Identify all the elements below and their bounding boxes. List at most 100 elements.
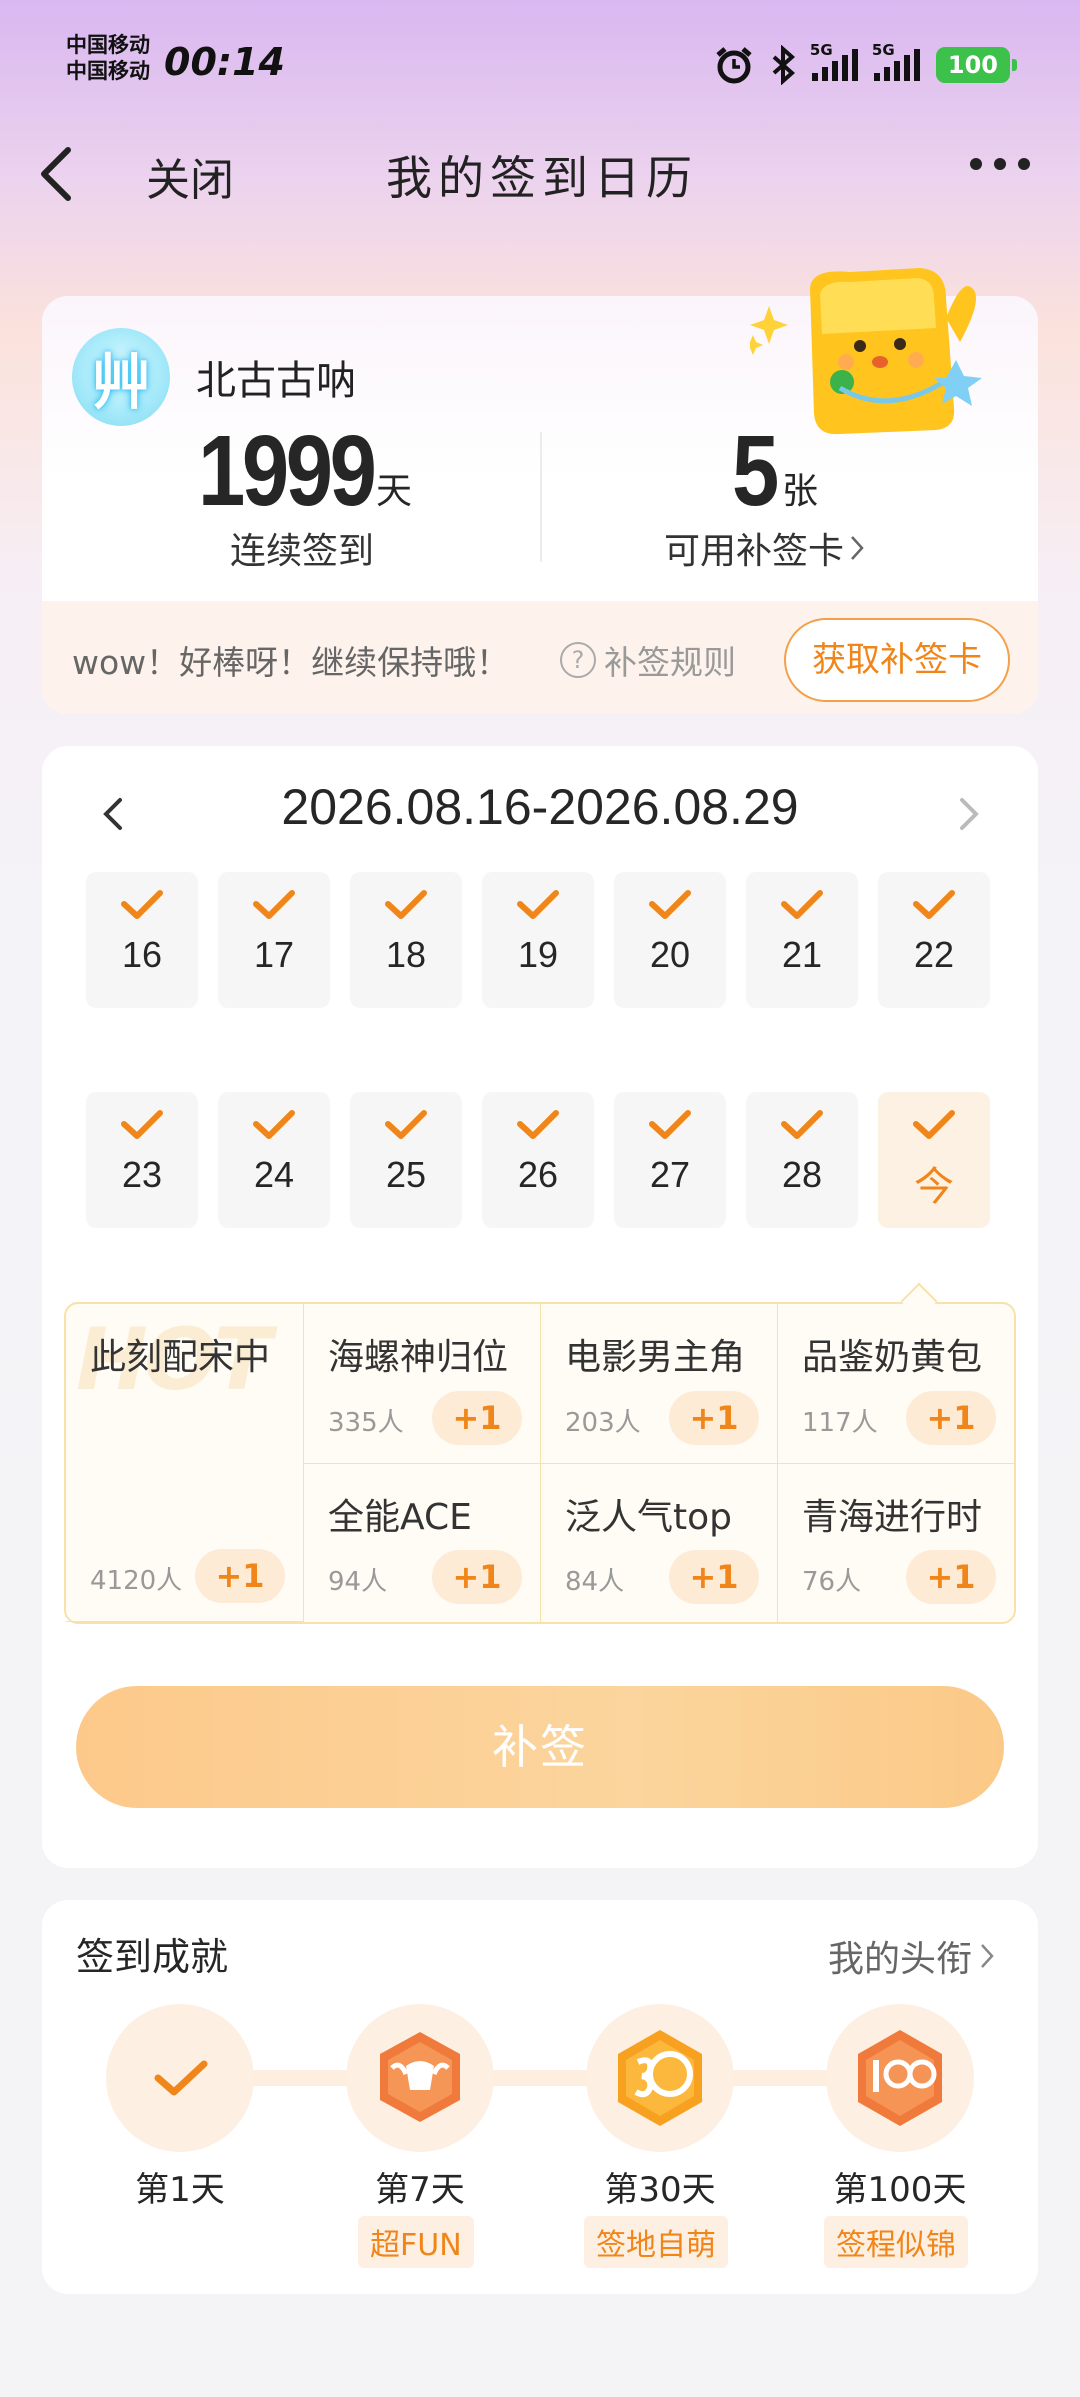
check-icon [385, 890, 427, 919]
day-cell[interactable]: 16 [86, 872, 198, 1008]
plus-one-button[interactable]: +1 [669, 1391, 759, 1445]
milestone-day: 第100天 [833, 2170, 967, 2210]
cheer-text: wow！好棒呀！继续保持哦！ [72, 643, 510, 682]
plus-one-button[interactable]: +1 [906, 1550, 996, 1604]
my-titles-label: 我的头衔 [827, 1939, 972, 1980]
day-number-today: 今 [914, 1165, 954, 1209]
check-icon [121, 890, 163, 919]
milestone-badge[interactable] [586, 2004, 734, 2152]
milestone-badge[interactable] [826, 2004, 974, 2152]
day-cell[interactable]: 23 [86, 1092, 198, 1228]
check-icon [517, 890, 559, 919]
topic-count: 203人 [565, 1408, 641, 1438]
day-number: 27 [649, 1154, 691, 1195]
streak-count: 1999 [198, 415, 377, 527]
check-icon [517, 1110, 559, 1139]
resign-rule-label: 补签规则 [604, 643, 736, 682]
check-icon [781, 890, 823, 919]
topic-item[interactable]: 青海进行时 76人 +1 [778, 1464, 1014, 1622]
check-icon [649, 1110, 691, 1139]
day-cell[interactable]: 17 [218, 872, 330, 1008]
check-icon [781, 1110, 823, 1139]
day-cell[interactable]: 21 [746, 872, 858, 1008]
streak-unit: 天 [376, 471, 413, 512]
signal-icon-2: 5G [872, 41, 920, 81]
topic-grid: HOT 此刻配宋中 4120人 +1 海螺神归位 335人 +1 电影男主角 2… [64, 1302, 1016, 1624]
mascot-illustration [750, 268, 982, 435]
next-week-icon[interactable] [950, 786, 990, 842]
thirty-days-badge-icon [618, 2030, 702, 2126]
progress-track [182, 2070, 902, 2086]
check-icon [121, 1110, 163, 1139]
check-icon [649, 890, 691, 919]
check-icon [253, 1110, 295, 1139]
resign-card-label: 可用补签卡 [664, 531, 845, 572]
plus-one-button[interactable]: +1 [432, 1391, 522, 1445]
check-icon [913, 1110, 955, 1139]
resign-button[interactable]: 补签 [76, 1686, 1004, 1808]
day-cell[interactable]: 19 [482, 872, 594, 1008]
day-number: 20 [649, 934, 691, 975]
page-title: 我的签到日历 [386, 151, 698, 205]
day-cell-today[interactable]: 今 [878, 1092, 990, 1228]
day-cell[interactable]: 25 [350, 1092, 462, 1228]
day-number: 23 [121, 1154, 163, 1195]
close-button[interactable]: 关闭 [146, 144, 234, 208]
day-number: 18 [385, 934, 427, 975]
bluetooth-icon [772, 45, 795, 85]
resign-rule-link[interactable]: ? 补签规则 [560, 636, 736, 684]
milestone-badge[interactable] [106, 2004, 254, 2152]
avatar[interactable]: 艸 [72, 328, 170, 426]
fun-badge-icon [380, 2032, 460, 2122]
topic-name: 全能ACE [328, 1497, 472, 1538]
get-resign-card-button[interactable]: 获取补签卡 [784, 618, 1010, 702]
day-number: 21 [781, 934, 823, 975]
streak-label: 连续签到 [230, 531, 375, 572]
day-cell[interactable]: 26 [482, 1092, 594, 1228]
stats-divider [540, 432, 542, 562]
milestone-day: 第7天 [375, 2170, 465, 2210]
achievement-card: 签到成就 我的头衔 第1天 第7天 超FUN 第30天 签地自萌 第100天 签… [42, 1900, 1038, 2294]
hundred-days-badge-icon [858, 2030, 942, 2126]
milestone-day: 第1天 [135, 2170, 225, 2210]
topic-count: 76人 [802, 1567, 862, 1597]
day-cell[interactable]: 27 [614, 1092, 726, 1228]
day-cell[interactable]: 20 [614, 872, 726, 1008]
resign-card-link[interactable]: 可用补签卡 [664, 522, 864, 574]
topic-name: 电影男主角 [565, 1337, 746, 1378]
battery-icon: 100 [935, 47, 1018, 83]
topic-count: 335人 [328, 1408, 404, 1438]
more-options-icon[interactable] [970, 158, 1030, 170]
day-number: 25 [385, 1154, 427, 1195]
day-cell[interactable]: 28 [746, 1092, 858, 1228]
my-titles-link[interactable]: 我的头衔 [828, 1930, 994, 1982]
status-time: 00:14 [164, 40, 285, 84]
day-cell[interactable]: 22 [878, 872, 990, 1008]
topic-name: 品鉴奶黄包 [802, 1337, 983, 1378]
day-cell[interactable]: 18 [350, 872, 462, 1008]
day-number: 16 [121, 934, 163, 975]
topic-name: 泛人气top [565, 1497, 732, 1538]
chevron-right-icon [851, 536, 864, 560]
plus-one-button[interactable]: +1 [432, 1550, 522, 1604]
day-cell[interactable]: 24 [218, 1092, 330, 1228]
carrier-labels: 中国移动 中国移动 [66, 32, 150, 84]
milestone-day: 第30天 [604, 2170, 716, 2210]
topic-featured[interactable]: HOT 此刻配宋中 4120人 +1 [66, 1304, 304, 1622]
check-icon [385, 1110, 427, 1139]
plus-one-button[interactable]: +1 [906, 1391, 996, 1445]
back-arrow-icon[interactable] [36, 146, 76, 202]
check-icon [154, 2060, 208, 2096]
milestone-badge[interactable] [346, 2004, 494, 2152]
topic-item[interactable]: 全能ACE 94人 +1 [304, 1464, 541, 1622]
topic-item[interactable]: 电影男主角 203人 +1 [541, 1304, 778, 1464]
topic-item[interactable]: 海螺神归位 335人 +1 [304, 1304, 541, 1464]
day-number: 22 [913, 934, 955, 975]
plus-one-button[interactable]: +1 [195, 1549, 285, 1603]
check-icon [913, 890, 955, 919]
plus-one-button[interactable]: +1 [669, 1550, 759, 1604]
day-number: 17 [253, 934, 295, 975]
topic-item[interactable]: 泛人气top 84人 +1 [541, 1464, 778, 1622]
milestone-title-tag: 签地自萌 [584, 2216, 728, 2268]
topic-item[interactable]: 品鉴奶黄包 117人 +1 [778, 1304, 1014, 1464]
